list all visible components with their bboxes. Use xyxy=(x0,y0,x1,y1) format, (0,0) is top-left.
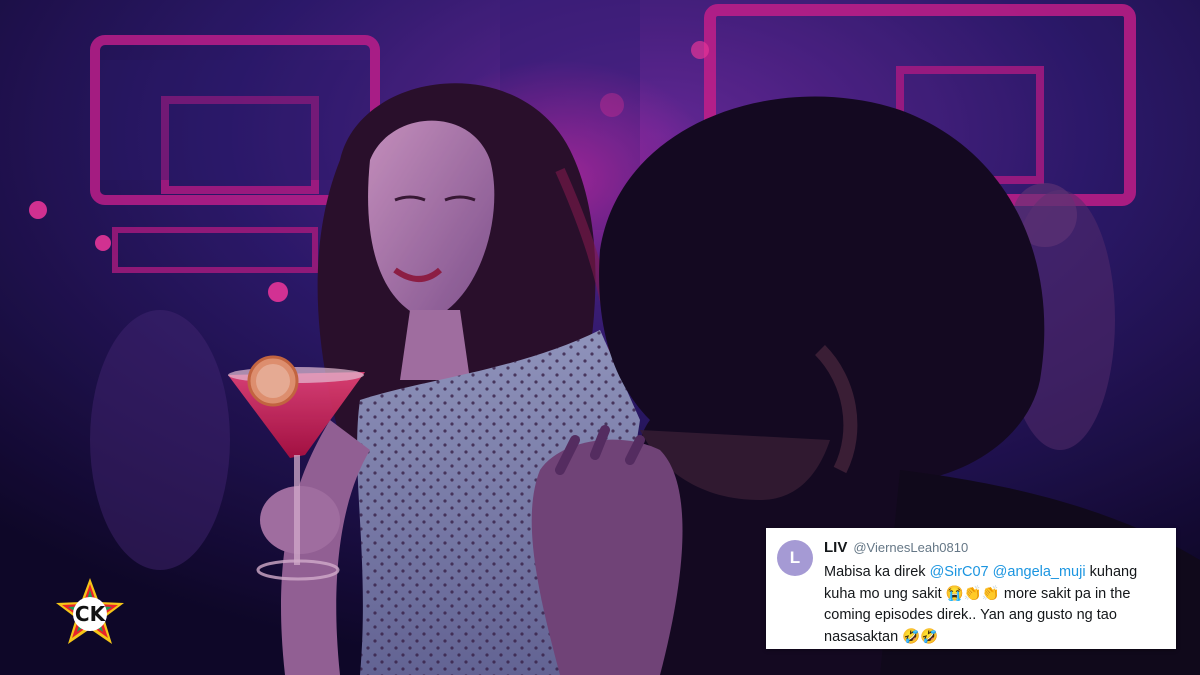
tweet-card: L LIV @ViernesLeah0810 Mabisa ka direk @… xyxy=(766,528,1176,649)
svg-text:CK: CK xyxy=(75,602,107,626)
ck-star-logo: CK xyxy=(54,576,126,648)
tweet-text: Mabisa ka direk @SirC07 @angela_muji kuh… xyxy=(824,562,1164,648)
tweet-text-segment: Mabisa ka direk xyxy=(824,564,930,580)
mention-link[interactable]: @SirC07 xyxy=(930,564,989,580)
mention-link[interactable]: @angela_muji xyxy=(993,564,1086,580)
avatar[interactable]: L xyxy=(777,540,813,576)
user-handle[interactable]: @ViernesLeah0810 xyxy=(853,540,968,555)
display-name[interactable]: LIV xyxy=(824,539,847,556)
tweet-header: LIV @ViernesLeah0810 xyxy=(824,539,1164,556)
